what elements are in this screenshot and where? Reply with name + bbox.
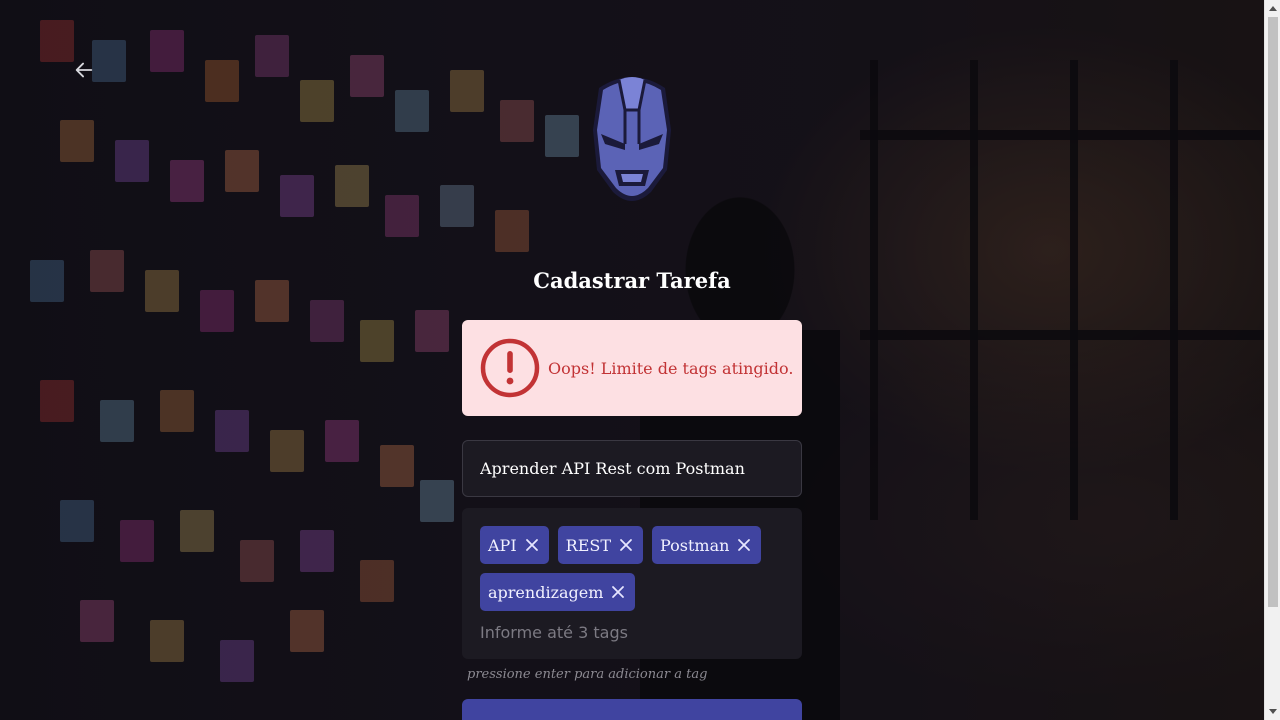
close-icon[interactable]	[609, 583, 627, 601]
page-scrollbar[interactable]	[1264, 0, 1280, 720]
task-title-input[interactable]	[462, 440, 802, 497]
submit-button[interactable]	[462, 699, 802, 720]
close-icon[interactable]	[735, 536, 753, 554]
arrow-left-icon	[75, 62, 93, 78]
scroll-up-icon[interactable]	[1269, 6, 1277, 11]
tag-chip: aprendizagem	[480, 573, 636, 611]
alert-message: Oops! Limite de tags atingido.	[548, 358, 794, 378]
tag-label: API	[488, 535, 517, 555]
back-button[interactable]	[70, 56, 98, 84]
tag-label: REST	[565, 535, 611, 555]
tag-chip: Postman	[652, 526, 762, 564]
tags-list: API REST Postman aprendizagem	[480, 526, 780, 611]
tag-chip: API	[480, 526, 549, 564]
close-icon[interactable]	[523, 536, 541, 554]
tags-field[interactable]: API REST Postman aprendizagem	[462, 508, 802, 659]
page-title: Cadastrar Tarefa	[533, 268, 731, 293]
scrollbar-thumb[interactable]	[1268, 17, 1278, 607]
tag-hint: pressione enter para adicionar a tag	[467, 667, 708, 682]
tag-chip: REST	[557, 526, 643, 564]
iron-man-helmet-icon	[585, 70, 679, 210]
scroll-down-icon[interactable]	[1269, 709, 1277, 714]
tag-label: Postman	[660, 535, 730, 555]
tag-label: aprendizagem	[488, 582, 604, 602]
error-alert: Oops! Limite de tags atingido.	[462, 320, 802, 416]
tag-input[interactable]	[480, 621, 780, 643]
exclamation-circle-icon	[480, 338, 540, 398]
close-icon[interactable]	[617, 536, 635, 554]
